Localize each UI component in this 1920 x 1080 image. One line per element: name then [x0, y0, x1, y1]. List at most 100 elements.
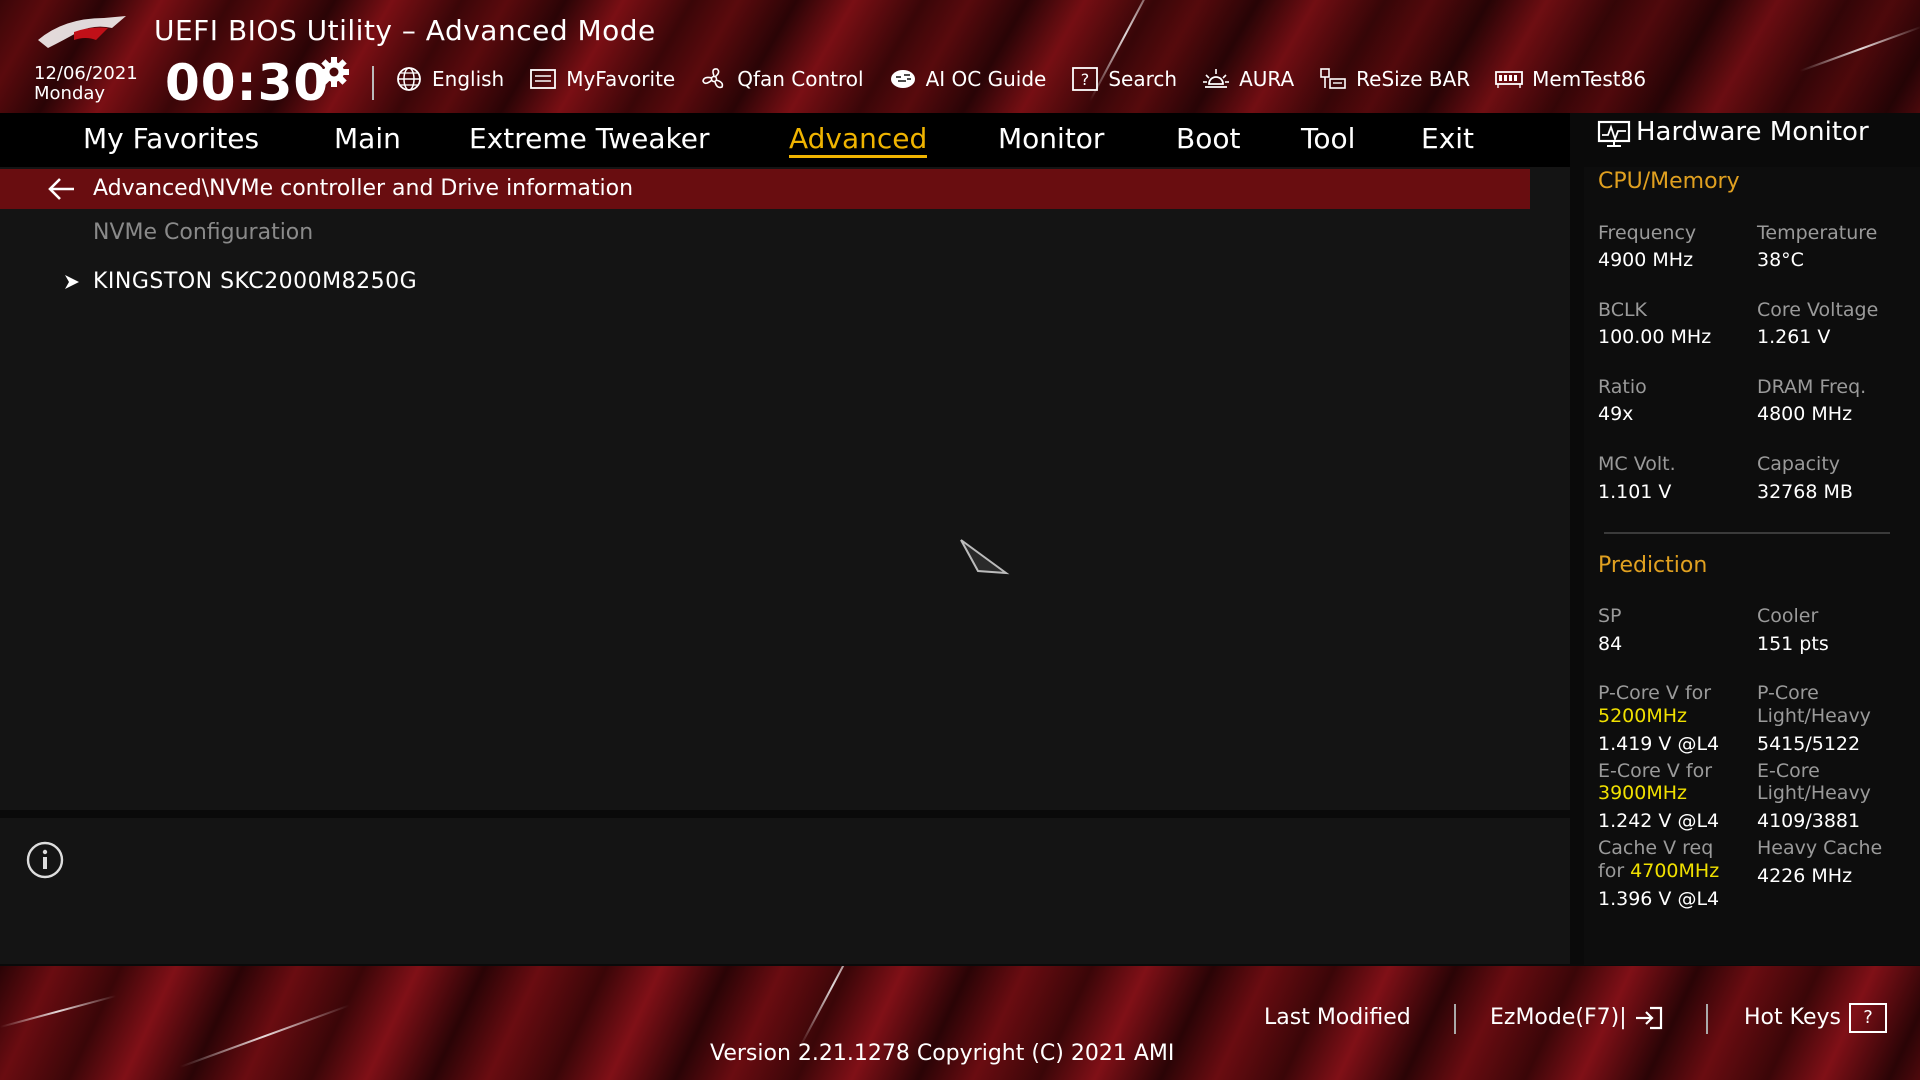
dram-freq-value: 4800 MHz: [1757, 403, 1853, 425]
temperature-value: 38°C: [1757, 249, 1804, 271]
gear-icon[interactable]: [318, 56, 350, 88]
tab-main[interactable]: Main: [334, 116, 401, 162]
temperature-label: Temperature: [1757, 222, 1878, 244]
ecore-v-freq: 3900MHz: [1598, 782, 1688, 804]
ecore-v-label: E-Core V for: [1598, 760, 1713, 782]
back-arrow-icon[interactable]: [46, 175, 78, 203]
rog-logo: [38, 16, 126, 48]
tool-label: English: [432, 67, 505, 91]
tool-qfan-control[interactable]: Qfan Control: [699, 66, 864, 92]
frequency-value: 4900 MHz: [1598, 249, 1694, 271]
tool-label: AI OC Guide: [925, 67, 1047, 91]
pcore-lh-label-1: P-Core: [1757, 682, 1819, 704]
toolbar: English MyFavorite Qfan Control AI OC Gu…: [394, 62, 1646, 96]
hardware-monitor-title: Hardware Monitor: [1636, 117, 1869, 147]
svg-text:?: ?: [1081, 70, 1090, 89]
tool-memtest86[interactable]: MemTest86: [1494, 66, 1646, 92]
ezmode-button[interactable]: EzMode(F7)|: [1490, 1002, 1664, 1034]
sp-value: 84: [1598, 633, 1623, 655]
tab-advanced[interactable]: Advanced: [789, 116, 928, 162]
mc-volt-label: MC Volt.: [1598, 453, 1676, 475]
hot-keys-label: Hot Keys: [1744, 1005, 1841, 1030]
tool-label: ReSize BAR: [1356, 67, 1471, 91]
cache-v-label-line-2: for 4700MHz: [1598, 860, 1719, 882]
tool-myfavorite[interactable]: MyFavorite: [528, 66, 675, 92]
heavy-cache-label: Heavy Cache: [1757, 837, 1883, 859]
ratio-label: Ratio: [1598, 376, 1647, 398]
mc-volt-value: 1.101 V: [1598, 481, 1672, 503]
date-text: 12/06/2021: [34, 63, 138, 84]
pcore-v-value: 1.419 V @L4: [1598, 733, 1720, 755]
last-modified-button[interactable]: Last Modified: [1264, 1002, 1411, 1034]
tool-label: MemTest86: [1532, 67, 1647, 91]
section-label: NVMe Configuration: [93, 220, 314, 245]
tab-tool[interactable]: Tool: [1301, 116, 1355, 162]
aura-icon: [1203, 69, 1230, 88]
capacity-label: Capacity: [1757, 453, 1841, 475]
breadcrumb: Advanced\NVMe controller and Drive infor…: [93, 176, 634, 201]
sp-label: SP: [1598, 605, 1622, 627]
tab-monitor[interactable]: Monitor: [998, 116, 1104, 162]
resizebar-icon: [1320, 68, 1346, 89]
tab-boot[interactable]: Boot: [1176, 116, 1240, 162]
cpu-memory-heading: CPU/Memory: [1598, 169, 1740, 194]
bclk-label: BCLK: [1598, 299, 1648, 321]
tool-label: MyFavorite: [566, 67, 676, 91]
ratio-value: 49x: [1598, 403, 1634, 425]
drive-item[interactable]: KINGSTON SKC2000M8250G: [93, 265, 417, 299]
footer-divider: [1454, 1004, 1456, 1034]
footer-divider: [1706, 1004, 1708, 1034]
capacity-value: 32768 MB: [1757, 481, 1853, 503]
tab-exit[interactable]: Exit: [1421, 116, 1474, 162]
cooler-label: Cooler: [1757, 605, 1819, 627]
clock-display: 00:30: [165, 54, 330, 112]
section-divider: [1604, 532, 1890, 534]
date-display: 12/06/2021 Monday: [34, 64, 138, 104]
chevron-right-icon: [65, 275, 79, 289]
globe-icon: [397, 67, 421, 91]
tool-ai-oc-guide[interactable]: AI OC Guide: [888, 66, 1047, 92]
memory-icon: [1495, 71, 1524, 88]
core-voltage-value: 1.261 V: [1757, 326, 1831, 348]
pcore-v-freq: 5200MHz: [1598, 705, 1688, 727]
exit-arrow-icon: [1635, 1006, 1662, 1030]
fan-icon: [702, 68, 724, 89]
main-panel: [0, 167, 1570, 810]
frequency-label: Frequency: [1598, 222, 1697, 244]
cache-v-value: 1.396 V @L4: [1598, 888, 1720, 910]
tool-label: AURA: [1239, 67, 1295, 91]
header-divider: [372, 66, 374, 100]
tool-english[interactable]: English: [394, 66, 504, 92]
core-voltage-label: Core Voltage: [1757, 299, 1879, 321]
ecore-lh-label-2: Light/Heavy: [1757, 782, 1871, 804]
hot-keys-button[interactable]: Hot Keys?: [1744, 1002, 1887, 1034]
app-title: UEFI BIOS Utility – Advanced Mode: [154, 14, 656, 47]
tab-extreme-tweaker[interactable]: Extreme Tweaker: [469, 116, 709, 162]
ai-icon: [890, 70, 915, 88]
tool-search[interactable]: ? Search: [1070, 66, 1177, 92]
tool-aura[interactable]: AURA: [1201, 66, 1294, 92]
search-icon: ?: [1072, 67, 1099, 91]
favorite-icon: [530, 69, 557, 89]
tool-label: Qfan Control: [737, 67, 864, 91]
heavy-cache-value: 4226 MHz: [1757, 865, 1853, 887]
pcore-lh-value: 5415/5122: [1757, 733, 1861, 755]
tab-my-favorites[interactable]: My Favorites: [83, 116, 259, 162]
pcore-v-label: P-Core V for: [1598, 682, 1712, 704]
mouse-cursor-icon: [960, 539, 1010, 575]
ecore-lh-label-1: E-Core: [1757, 760, 1820, 782]
dram-freq-label: DRAM Freq.: [1757, 376, 1867, 398]
cache-v-label-1: Cache V req: [1598, 837, 1714, 859]
bclk-value: 100.00 MHz: [1598, 326, 1712, 348]
cache-v-label-2: for: [1598, 860, 1625, 882]
pcore-lh-label-2: Light/Heavy: [1757, 705, 1871, 727]
cache-v-freq: 4700MHz: [1630, 860, 1720, 882]
ecore-lh-value: 4109/3881: [1757, 810, 1861, 832]
cooler-value: 151 pts: [1757, 633, 1829, 655]
prediction-heading: Prediction: [1598, 553, 1708, 578]
tool-resize-bar[interactable]: ReSize BAR: [1318, 66, 1470, 92]
version-text: Version 2.21.1278 Copyright (C) 2021 AMI: [710, 1041, 1175, 1066]
info-icon: [26, 841, 64, 879]
ezmode-label: EzMode(F7)|: [1490, 1005, 1627, 1030]
ecore-v-value: 1.242 V @L4: [1598, 810, 1720, 832]
